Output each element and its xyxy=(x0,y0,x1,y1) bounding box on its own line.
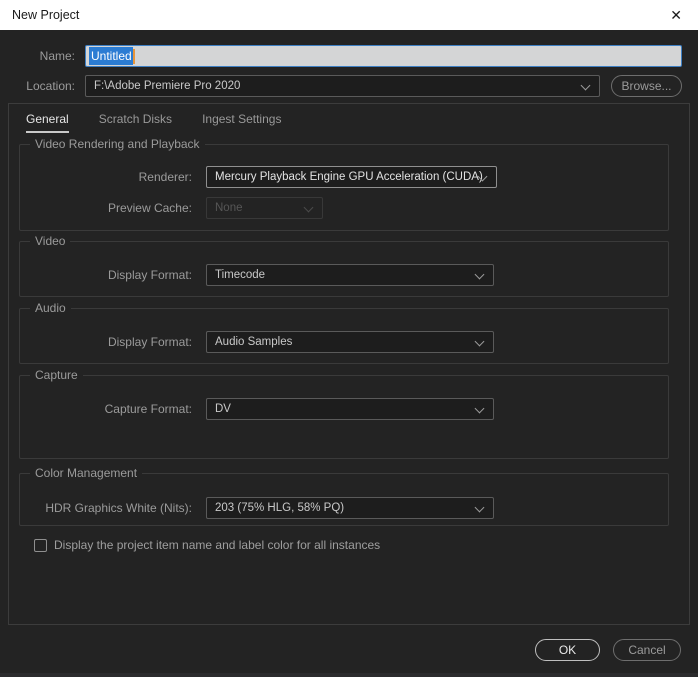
ok-button[interactable]: OK xyxy=(535,639,600,661)
location-label: Location: xyxy=(26,79,75,93)
preview-cache-value: None xyxy=(215,202,243,214)
browse-button[interactable]: Browse... xyxy=(611,75,682,97)
chevron-down-icon xyxy=(474,502,485,513)
capture-format-label: Capture Format: xyxy=(104,402,192,416)
display-item-name-checkbox-label: Display the project item name and label … xyxy=(54,538,381,552)
preview-cache-label: Preview Cache: xyxy=(107,201,192,215)
capture-format-value: DV xyxy=(215,403,231,415)
group-video: Video Display Format: Timecode xyxy=(19,234,669,297)
new-project-dialog: New Project ✕ Name: Untitled Location: F… xyxy=(0,0,698,677)
hdr-white-dropdown[interactable]: 203 (75% HLG, 58% PQ) xyxy=(206,497,494,519)
settings-panel: General Scratch Disks Ingest Settings Vi… xyxy=(8,103,690,625)
location-value: F:\Adobe Premiere Pro 2020 xyxy=(94,80,241,92)
video-display-format-label: Display Format: xyxy=(107,268,192,282)
tab-ingest-settings[interactable]: Ingest Settings xyxy=(202,112,281,133)
display-item-name-checkbox-row: Display the project item name and label … xyxy=(34,538,380,552)
video-display-format-dropdown[interactable]: Timecode xyxy=(206,264,494,286)
group-capture: Capture Capture Format: DV xyxy=(19,368,669,459)
audio-display-format-value: Audio Samples xyxy=(215,336,293,348)
tab-general[interactable]: General xyxy=(26,112,69,133)
display-item-name-checkbox[interactable] xyxy=(34,538,47,552)
name-label: Name: xyxy=(39,49,75,63)
group-capture-legend: Capture xyxy=(30,368,83,382)
name-input[interactable]: Untitled xyxy=(85,45,682,67)
renderer-label: Renderer: xyxy=(138,170,192,184)
group-color-management-legend: Color Management xyxy=(30,466,143,480)
chevron-down-icon xyxy=(303,202,314,213)
audio-display-format-label: Display Format: xyxy=(107,335,192,349)
group-audio-legend: Audio xyxy=(30,301,71,315)
group-video-legend: Video xyxy=(30,234,71,248)
group-video-rendering: Video Rendering and Playback Renderer: M… xyxy=(19,137,669,231)
cancel-button[interactable]: Cancel xyxy=(613,639,681,661)
titlebar: New Project ✕ xyxy=(0,0,698,30)
close-icon[interactable]: ✕ xyxy=(666,6,686,24)
audio-display-format-dropdown[interactable]: Audio Samples xyxy=(206,331,494,353)
group-video-rendering-legend: Video Rendering and Playback xyxy=(30,137,205,151)
window-title: New Project xyxy=(12,8,80,22)
text-caret xyxy=(132,48,135,64)
preview-cache-dropdown: None xyxy=(206,197,323,219)
chevron-down-icon xyxy=(474,403,485,414)
location-dropdown[interactable]: F:\Adobe Premiere Pro 2020 xyxy=(85,75,600,97)
group-color-management: Color Management HDR Graphics White (Nit… xyxy=(19,466,669,526)
tab-scratch-disks[interactable]: Scratch Disks xyxy=(99,112,172,133)
window-bottom-edge xyxy=(0,673,698,677)
video-display-format-value: Timecode xyxy=(215,269,266,281)
capture-format-dropdown[interactable]: DV xyxy=(206,398,494,420)
group-audio: Audio Display Format: Audio Samples xyxy=(19,301,669,364)
name-input-selected-text: Untitled xyxy=(89,47,133,65)
tab-bar: General Scratch Disks Ingest Settings xyxy=(26,112,281,133)
renderer-value: Mercury Playback Engine GPU Acceleration… xyxy=(215,171,483,183)
chevron-down-icon xyxy=(474,269,485,280)
chevron-down-icon xyxy=(474,336,485,347)
chevron-down-icon xyxy=(580,80,591,91)
renderer-dropdown[interactable]: Mercury Playback Engine GPU Acceleration… xyxy=(206,166,497,188)
hdr-white-label: HDR Graphics White (Nits): xyxy=(45,501,192,515)
hdr-white-value: 203 (75% HLG, 58% PQ) xyxy=(215,502,345,514)
